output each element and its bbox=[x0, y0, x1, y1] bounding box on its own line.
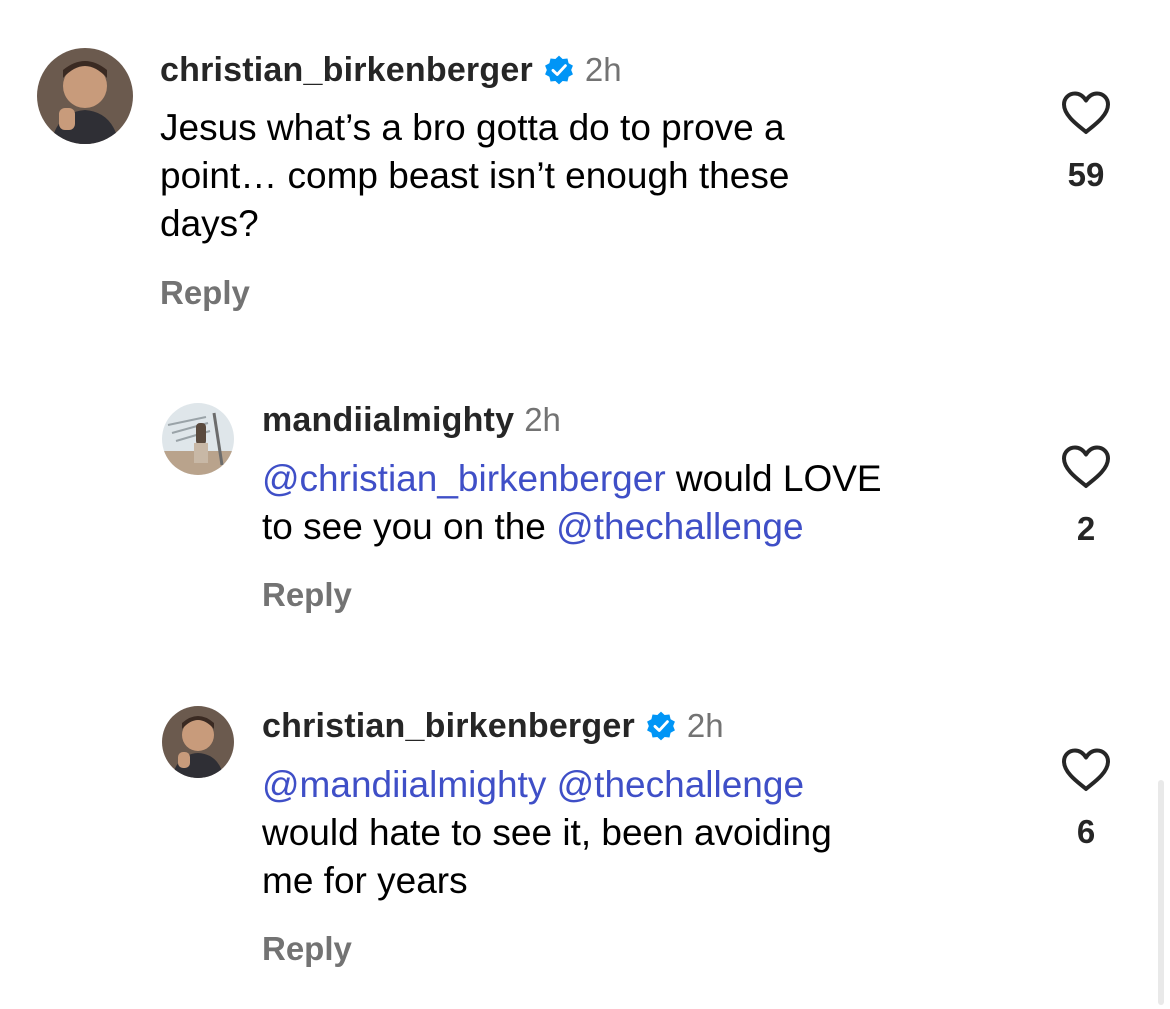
like-control: 59 bbox=[1041, 90, 1131, 194]
text-segment: days? bbox=[160, 203, 259, 244]
username[interactable]: mandiialmighty bbox=[262, 401, 514, 440]
text-segment: Jesus what’s a bro gotta do to prove a bbox=[160, 107, 785, 148]
comment-line: would hate to see it, been avoiding bbox=[262, 809, 832, 857]
scrollbar[interactable] bbox=[1158, 780, 1164, 1005]
like-count: 6 bbox=[1076, 813, 1096, 850]
comment-line: @christian_birkenberger would LOVE bbox=[262, 455, 882, 503]
text-segment: would hate to see it, been avoiding bbox=[262, 812, 832, 853]
text-segment: would LOVE bbox=[665, 458, 882, 499]
comment-text: @mandiialmighty @thechallenge would hate… bbox=[262, 761, 832, 905]
heart-outline-icon[interactable] bbox=[1060, 444, 1112, 490]
reply-button[interactable]: Reply bbox=[262, 930, 352, 968]
timestamp: 2h bbox=[524, 401, 561, 438]
like-control: 6 bbox=[1041, 747, 1131, 851]
text-segment: point… comp beast isn’t enough these bbox=[160, 155, 790, 196]
avatar[interactable] bbox=[162, 706, 234, 778]
heart-outline-icon[interactable] bbox=[1060, 747, 1112, 793]
verified-badge-icon bbox=[645, 710, 677, 742]
text-segment: me for years bbox=[262, 860, 468, 901]
heart-outline-icon[interactable] bbox=[1060, 90, 1112, 136]
like-count: 59 bbox=[1067, 156, 1105, 193]
comment-line: days? bbox=[160, 200, 789, 248]
comment-header: mandiialmighty 2h bbox=[262, 400, 561, 440]
comment-line: to see you on the @thechallenge bbox=[262, 503, 882, 551]
comment-line: me for years bbox=[262, 857, 832, 905]
username[interactable]: christian_birkenberger bbox=[160, 51, 533, 90]
timestamp: 2h bbox=[584, 51, 622, 88]
username[interactable]: christian_birkenberger bbox=[262, 707, 635, 746]
comment-header: christian_birkenberger 2h bbox=[160, 50, 622, 90]
comment-header: christian_birkenberger 2h bbox=[262, 706, 724, 746]
comment-line: point… comp beast isn’t enough these bbox=[160, 152, 789, 200]
text-segment: to see you on the bbox=[262, 506, 557, 547]
mention-link[interactable]: @christian_birkenberger bbox=[262, 458, 666, 499]
comment-text: Jesus what’s a bro gotta do to prove a p… bbox=[160, 104, 789, 248]
verified-badge-icon bbox=[543, 54, 575, 86]
mention-link[interactable]: @thechallenge bbox=[557, 764, 804, 805]
like-count: 2 bbox=[1076, 510, 1096, 547]
comment-text: @christian_birkenberger would LOVE to se… bbox=[262, 455, 882, 551]
comment-line: Jesus what’s a bro gotta do to prove a bbox=[160, 104, 789, 152]
timestamp: 2h bbox=[686, 707, 724, 744]
comment-line: @mandiialmighty @thechallenge bbox=[262, 761, 832, 809]
text-segment bbox=[546, 764, 556, 805]
avatar[interactable] bbox=[37, 48, 133, 144]
like-control: 2 bbox=[1041, 444, 1131, 548]
reply-button[interactable]: Reply bbox=[262, 576, 352, 614]
mention-link[interactable]: @thechallenge bbox=[556, 506, 803, 547]
mention-link[interactable]: @mandiialmighty bbox=[262, 764, 546, 805]
avatar[interactable] bbox=[162, 403, 234, 475]
comments-screen: { "comments": [ { "username": "christian… bbox=[0, 0, 1170, 1009]
reply-button[interactable]: Reply bbox=[160, 274, 250, 312]
